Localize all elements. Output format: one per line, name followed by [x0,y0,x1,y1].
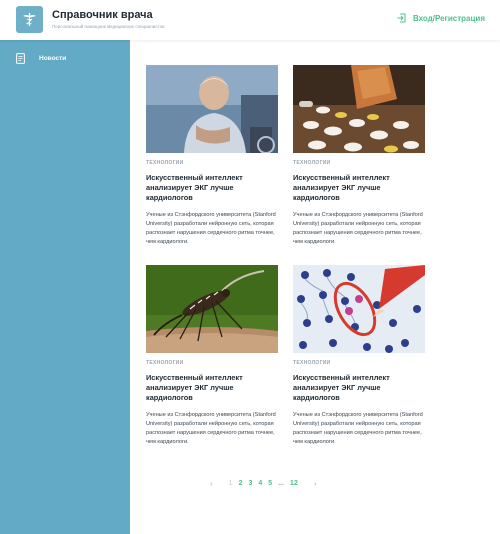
header: Справочник врача Персональный помощник м… [0,0,500,40]
news-title[interactable]: Искусственный интеллект анализирует ЭКГ … [293,373,425,403]
caduceus-icon [23,13,36,26]
news-description: Ученые из Стэнфордского университета (St… [146,412,276,445]
site-subtitle: Персональный помощник медицинских специа… [52,24,165,29]
news-category: ТЕХНОЛОГИИ [146,160,184,166]
login-label: Вход/Регистрация [412,13,485,23]
news-title[interactable]: Искусственный интеллект анализирует ЭКГ … [146,373,278,403]
site-title: Справочник врача [52,9,153,21]
news-description: Ученые из Стэнфордского университета (St… [293,212,423,245]
sidebar: Новости [0,40,130,534]
news-category: ТЕХНОЛОГИИ [146,360,184,366]
pagination-next-button[interactable]: › [314,479,317,488]
pagination-prev-button[interactable]: ‹ [210,479,213,488]
pagination-page-4[interactable]: 4 [258,480,262,487]
news-card: ТЕХНОЛОГИИ Искусственный интеллект анали… [146,65,278,247]
pagination-page-3[interactable]: 3 [248,480,252,487]
news-description: Ученые из Стэнфордского университета (St… [146,212,276,245]
pagination-ellipsis: ... [278,480,285,487]
news-category: ТЕХНОЛОГИИ [293,360,331,366]
document-icon [16,53,25,64]
mosquito-photo[interactable] [146,265,278,353]
login-button[interactable]: Вход/Регистрация [397,13,485,23]
pagination-page-1[interactable]: 1 [229,480,233,487]
pagination: ‹ 1 2 3 4 5 ... 12 › [210,479,323,488]
login-icon [397,13,406,23]
news-card: ТЕХНОЛОГИИ Искусственный интеллект анали… [146,265,278,447]
news-category: ТЕХНОЛОГИИ [293,160,331,166]
sidebar-item-news[interactable]: Новости [16,53,66,64]
pagination-page-5[interactable]: 5 [268,480,272,487]
news-title[interactable]: Искусственный интеллект анализирует ЭКГ … [293,173,425,203]
pagination-page-2[interactable]: 2 [239,480,243,487]
pills-photo[interactable] [293,65,425,153]
sidebar-item-label: Новости [39,55,67,62]
news-card: ТЕХНОЛОГИИ Искусственный интеллект анали… [293,265,425,447]
news-description: Ученые из Стэнфордского университета (St… [293,412,423,445]
logo[interactable] [16,6,43,33]
news-card: ТЕХНОЛОГИИ Искусственный интеллект анали… [293,65,425,247]
news-title[interactable]: Искусственный интеллект анализирует ЭКГ … [146,173,278,203]
cells-photo[interactable] [293,265,425,353]
pagination-page-last[interactable]: 12 [290,480,298,487]
elderly-man-photo[interactable] [146,65,278,153]
